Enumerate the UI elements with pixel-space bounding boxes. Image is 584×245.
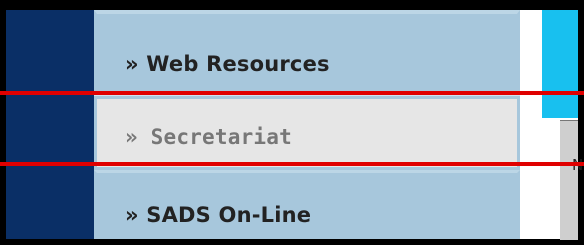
nav-item-sads-online[interactable]: » SADS On-Line	[94, 170, 520, 239]
cyan-banner	[542, 10, 578, 118]
screenshot-frame: » Web Resources » Secretariat » SADS On-…	[0, 0, 584, 245]
highlight-line-top	[0, 91, 584, 95]
content-pane: N	[520, 10, 583, 240]
nav-item-secretariat[interactable]: » Secretariat	[94, 96, 520, 170]
sidebar-menu: » Web Resources » Secretariat » SADS On-…	[94, 10, 520, 239]
nav-item-label: » Web Resources	[125, 52, 330, 76]
highlight-line-bottom	[0, 162, 584, 166]
nav-item-label: » SADS On-Line	[125, 203, 312, 227]
nav-item-web-resources[interactable]: » Web Resources	[94, 10, 520, 94]
left-navy-strip	[6, 10, 94, 239]
gray-panel	[560, 120, 578, 240]
nav-item-label: » Secretariat	[125, 125, 292, 149]
